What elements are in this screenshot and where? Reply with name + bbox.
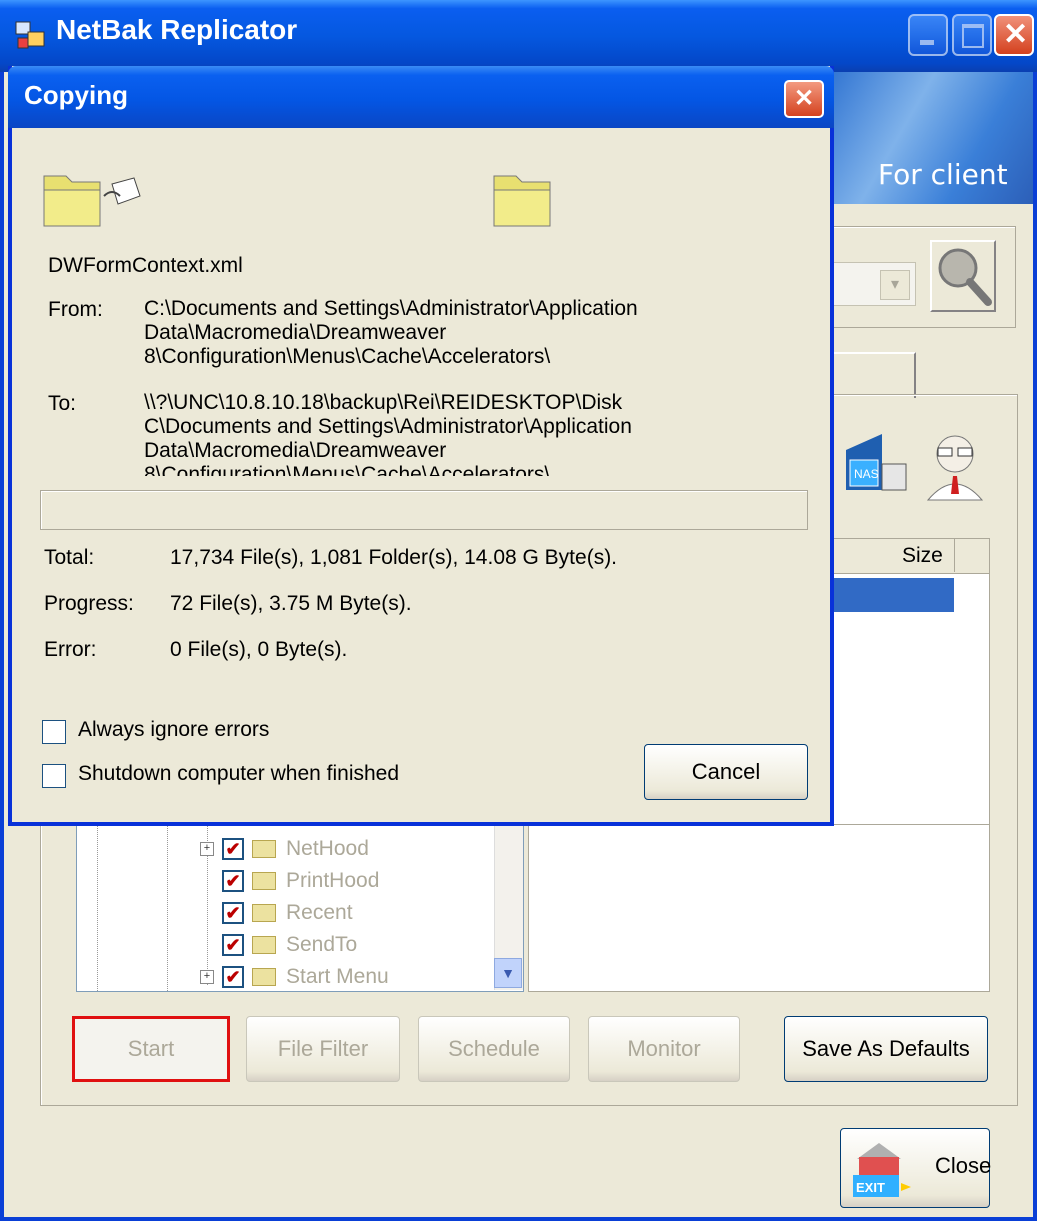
folder-icon: [252, 872, 276, 890]
size-column-header[interactable]: Size: [902, 544, 943, 568]
ignore-errors-label[interactable]: Always ignore errors: [78, 718, 269, 742]
from-path-line-2: Data\Macromedia\Dreamweaver: [144, 321, 447, 344]
folder-icon: [252, 968, 276, 986]
svg-text:NAS: NAS: [854, 467, 879, 481]
from-path-line-3: 8\Configuration\Menus\Cache\Accelerators…: [144, 345, 551, 368]
file-name: DWFormContext.xml: [48, 254, 243, 277]
shutdown-label[interactable]: Shutdown computer when finished: [78, 762, 399, 786]
user-icon: [926, 435, 984, 501]
progress-label: Progress:: [44, 592, 134, 615]
tree-item[interactable]: + ✔ Start Menu: [200, 962, 389, 992]
exit-icon: EXIT: [853, 1143, 911, 1197]
tree-item[interactable]: ✔ SendTo: [200, 930, 357, 960]
magnifier-icon: [938, 248, 992, 306]
tree-item-checkbox[interactable]: ✔: [222, 838, 244, 860]
monitor-button[interactable]: Monitor: [588, 1016, 740, 1082]
tree-item-checkbox[interactable]: ✔: [222, 966, 244, 988]
to-path: \\?\UNC\10.8.10.18\backup\Rei\REIDESKTOP…: [144, 390, 744, 477]
save-as-defaults-button[interactable]: Save As Defaults: [784, 1016, 988, 1082]
tree-item-label: Recent: [286, 901, 353, 924]
search-button[interactable]: [930, 240, 996, 312]
to-path-line-1: \\?\UNC\10.8.10.18\backup\Rei\REIDESKTOP…: [144, 391, 623, 414]
error-value: 0 File(s), 0 Byte(s).: [170, 638, 348, 661]
from-path-line-1: C:\Documents and Settings\Administrator\…: [144, 297, 638, 320]
dialog-title: Copying: [24, 80, 128, 110]
maximize-icon: [962, 24, 984, 48]
source-folder-icon: [43, 175, 141, 227]
total-label: Total:: [44, 546, 95, 569]
destination-folder-icon: [493, 175, 551, 227]
close-button[interactable]: EXIT Close: [840, 1128, 992, 1208]
to-path-line-3: Data\Macromedia\Dreamweaver: [144, 439, 447, 462]
total-value: 17,734 File(s), 1,081 Folder(s), 14.08 G…: [170, 546, 618, 569]
folder-icon: [252, 840, 276, 858]
minimize-icon: [920, 40, 934, 45]
svg-text:EXIT: EXIT: [856, 1180, 885, 1195]
minimize-button[interactable]: [908, 14, 948, 56]
tree-item-label: NetHood: [286, 837, 369, 860]
tree-item-label: Start Menu: [286, 965, 389, 988]
folder-icon: [252, 936, 276, 954]
tree-item-label: SendTo: [286, 933, 358, 956]
banner: For client: [820, 72, 1033, 204]
main-title-bar[interactable]: NetBak Replicator: [0, 0, 1037, 72]
file-filter-button[interactable]: File Filter: [246, 1016, 400, 1082]
main-close-button[interactable]: ✕: [994, 14, 1034, 56]
tree-item-checkbox[interactable]: ✔: [222, 870, 244, 892]
expand-icon[interactable]: +: [200, 842, 214, 856]
tab-edge[interactable]: [820, 352, 916, 398]
progress-value: 72 File(s), 3.75 M Byte(s).: [170, 592, 412, 615]
app-icon: [15, 21, 45, 49]
start-button[interactable]: Start: [72, 1016, 230, 1082]
to-path-line-2: C\Documents and Settings\Administrator\A…: [144, 415, 632, 438]
close-button-label: Close: [935, 1153, 992, 1178]
tree-item-checkbox[interactable]: ✔: [222, 902, 244, 924]
maximize-button[interactable]: [952, 14, 992, 56]
tree-item-label: PrintHood: [286, 869, 380, 892]
tree-item[interactable]: ✔ PrintHood: [200, 866, 379, 896]
tree-item[interactable]: ✔ Recent: [200, 898, 353, 928]
copy-progress-bar: [40, 490, 808, 530]
selected-list-row[interactable]: [820, 578, 954, 612]
tree-item[interactable]: + ✔ NetHood: [200, 834, 369, 864]
expand-icon[interactable]: +: [200, 970, 214, 984]
to-label: To:: [48, 392, 77, 415]
error-label: Error:: [44, 638, 97, 661]
shutdown-checkbox[interactable]: [42, 764, 66, 788]
close-icon: ✕: [1003, 18, 1029, 51]
to-path-line-4: 8\Configuration\Menus\Cache\Accelerators…: [144, 463, 551, 477]
chevron-down-icon[interactable]: ▾: [880, 270, 910, 300]
schedule-button[interactable]: Schedule: [418, 1016, 570, 1082]
dialog-title-bar[interactable]: Copying: [8, 66, 834, 128]
right-pane[interactable]: [528, 824, 990, 992]
nas-icon: NAS: [846, 434, 907, 491]
tree-item-checkbox[interactable]: ✔: [222, 934, 244, 956]
ignore-errors-checkbox[interactable]: [42, 720, 66, 744]
from-label: From:: [48, 298, 103, 321]
banner-text: For client: [878, 158, 1008, 191]
column-divider[interactable]: [954, 538, 955, 572]
dialog-close-button[interactable]: ✕: [784, 80, 824, 118]
main-title-text: NetBak Replicator: [56, 14, 298, 45]
cancel-button[interactable]: Cancel: [644, 744, 808, 800]
folder-icon: [252, 904, 276, 922]
close-icon: ✕: [793, 85, 815, 112]
scroll-down-icon[interactable]: ▼: [494, 958, 522, 988]
